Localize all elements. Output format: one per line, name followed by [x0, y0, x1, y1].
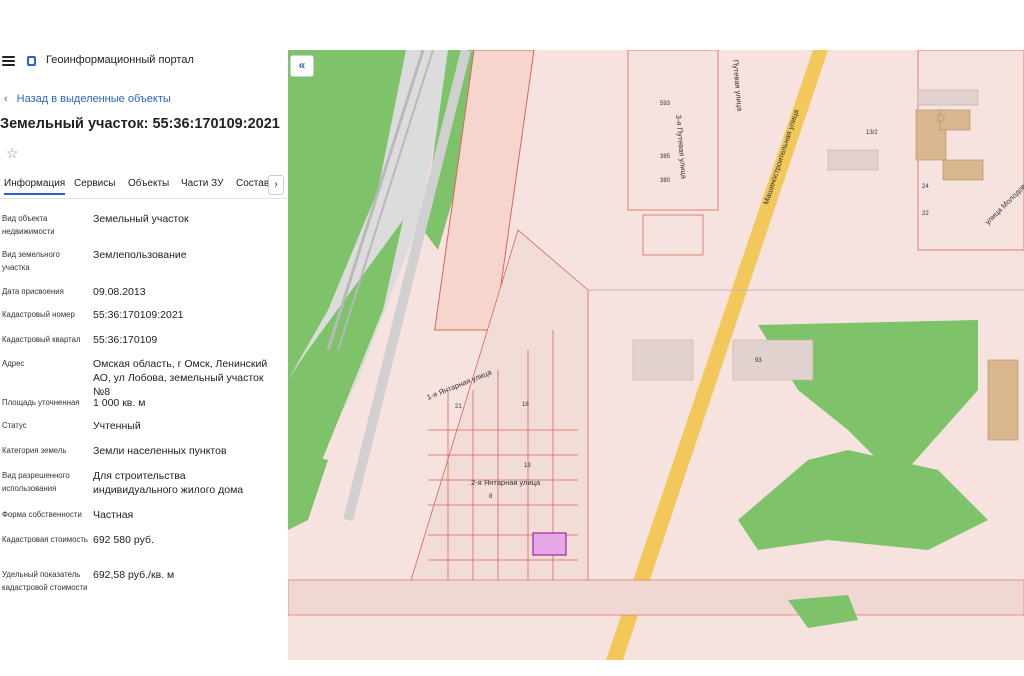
map-canvas[interactable]: 1-я Янтарная улица 2-я Янтарная улица 3-… — [288, 50, 1024, 660]
parcel-number: 93 — [755, 358, 762, 364]
field-label: Вид разрешенного использования — [2, 471, 70, 493]
parcel-number: 380 — [660, 178, 671, 184]
menu-icon[interactable] — [2, 56, 15, 66]
parcel-number: 24 — [922, 184, 929, 190]
field-value: 692,58 руб./кв. м — [93, 569, 175, 581]
tab-info[interactable]: Информация — [4, 178, 66, 195]
field-label: Вид объекта недвижимости — [2, 214, 55, 236]
tab-objects[interactable]: Объекты — [128, 178, 169, 189]
app-title: Геоинформационный портал — [46, 54, 194, 66]
field-label: Кадастровый квартал — [2, 335, 81, 344]
field-value: Земли населенных пунктов — [93, 445, 227, 457]
field-value: Землепользование — [93, 249, 187, 261]
page-title: Земельный участок: 55:36:170109:2021 — [0, 116, 280, 132]
field-label: Вид земельного участка — [2, 250, 60, 272]
field-value: 1 000 кв. м — [93, 397, 146, 409]
tab-bar: Информация Сервисы Объекты Части ЗУ Сост… — [0, 175, 288, 199]
parcel-number: 13 — [524, 463, 531, 469]
field-value: 55:36:170109:2021 — [93, 309, 184, 321]
field-value: Земельный участок — [93, 213, 189, 225]
field-value: 692 580 руб. — [93, 534, 154, 546]
tabs-scroll-right-button[interactable]: › — [268, 175, 284, 195]
parcel-number: 13/2 — [866, 130, 878, 136]
selected-parcel[interactable] — [532, 532, 567, 556]
field-label: Статус — [2, 421, 27, 430]
field-label: Площадь уточненная — [2, 398, 80, 407]
parcel-number: 593 — [660, 101, 671, 107]
chevron-left-icon: ‹ — [4, 93, 8, 105]
field-label: Адрес — [2, 359, 25, 368]
field-label: Кадастровый номер — [2, 310, 75, 319]
field-value: Для строительства индивидуального жилого… — [93, 470, 244, 496]
tab-services[interactable]: Сервисы — [74, 178, 115, 189]
field-value: Частная — [93, 509, 134, 521]
parcel-number: 22 — [922, 211, 929, 217]
street-label: 2-я Янтарная улица — [471, 478, 541, 487]
field-label: Категория земель — [2, 446, 67, 455]
field-label: Кадастровая стоимость — [2, 535, 88, 544]
tab-parts[interactable]: Части ЗУ — [181, 178, 223, 189]
field-label: Форма собственности — [2, 510, 82, 519]
field-value: Омская область, г Омск, Ленинский АО, ул… — [93, 358, 268, 398]
parcel-number: 18 — [522, 402, 529, 408]
field-value: 09.08.2013 — [93, 286, 146, 298]
tab-composition[interactable]: Состав — [236, 178, 269, 189]
favorite-star-icon[interactable]: ☆ — [6, 145, 19, 162]
portal-logo-icon — [27, 56, 36, 66]
field-value: 55:36:170109 — [93, 334, 158, 346]
field-value: Учтенный — [93, 420, 141, 432]
field-label: Удельный показатель кадастровой стоимост… — [2, 570, 88, 592]
cadastral-map[interactable]: 1-я Янтарная улица 2-я Янтарная улица 3-… — [288, 50, 1024, 660]
parcel-number: 385 — [660, 154, 671, 160]
back-link[interactable]: ‹ Назад в выделенные объекты — [4, 93, 171, 105]
back-link-label: Назад в выделенные объекты — [16, 93, 171, 105]
collapse-panel-button[interactable]: « — [290, 55, 314, 77]
field-label: Дата присвоения — [2, 287, 64, 296]
parcel-number: 21 — [455, 404, 462, 410]
